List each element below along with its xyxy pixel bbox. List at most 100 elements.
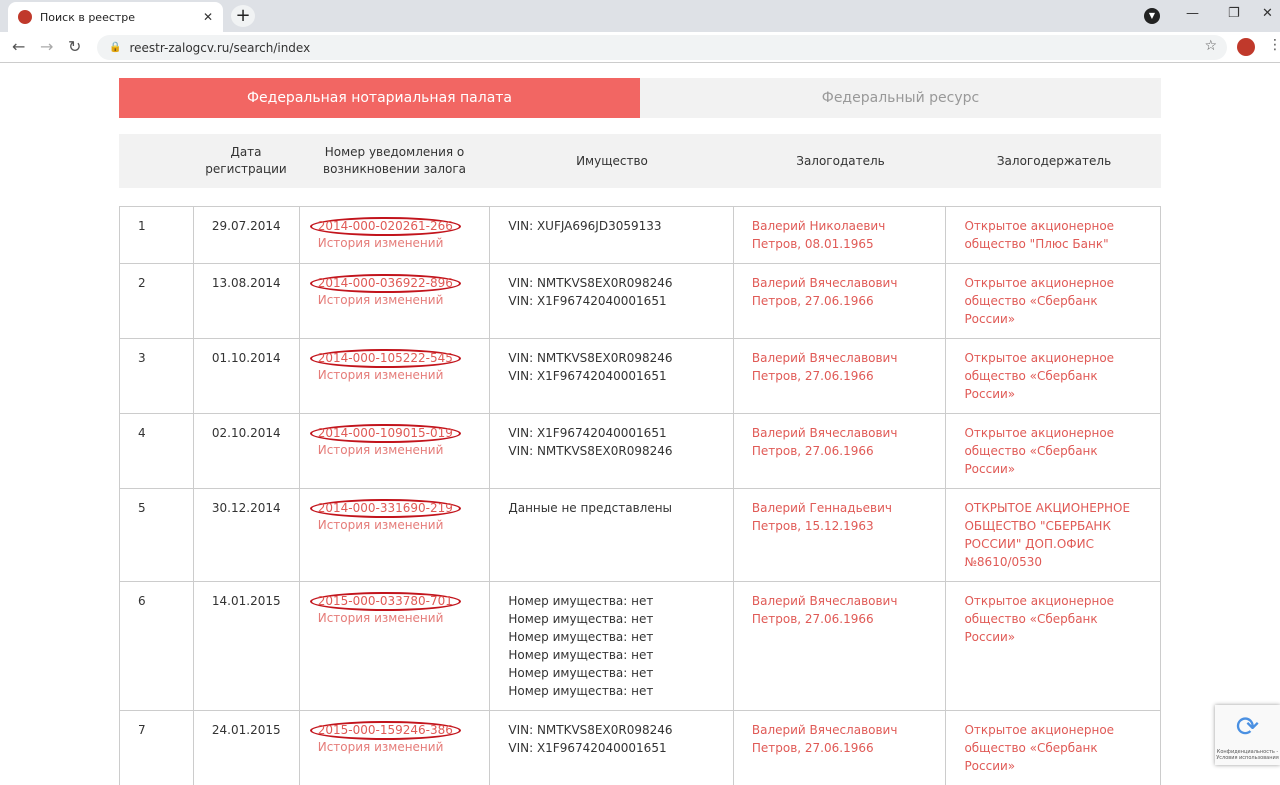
menu-icon[interactable]: ⋮ bbox=[1268, 37, 1280, 53]
forward-icon[interactable]: → bbox=[40, 37, 53, 56]
history-link[interactable]: История изменений bbox=[318, 366, 472, 384]
source-switch: Федеральная нотариальная палата Федераль… bbox=[119, 78, 1161, 118]
pledgor-link[interactable]: Валерий Вячеславович Петров, 27.06.1966 bbox=[734, 264, 947, 338]
row-index: 2 bbox=[120, 264, 194, 338]
history-link[interactable]: История изменений bbox=[318, 516, 472, 534]
row-date: 14.01.2015 bbox=[194, 582, 300, 710]
row-number-cell: 2015-000-159246-386 История изменений bbox=[300, 711, 491, 785]
header-index bbox=[119, 134, 193, 188]
browser-toolbar: ← → ↻ 🔒 reestr-zalogcv.ru/search/index ☆… bbox=[0, 32, 1280, 63]
row-date: 01.10.2014 bbox=[194, 339, 300, 413]
recaptcha-icon: ⟳ bbox=[1235, 710, 1260, 743]
table-header: Дата регистрации Номер уведомления о воз… bbox=[119, 134, 1161, 188]
property-line: VIN: X1F96742040001651 bbox=[508, 369, 667, 383]
row-index: 5 bbox=[120, 489, 194, 581]
row-index: 7 bbox=[120, 711, 194, 785]
profile-icon[interactable]: ▼ bbox=[1144, 8, 1160, 24]
header-pledgee: Залогодержатель bbox=[996, 153, 1112, 168]
address-bar[interactable]: 🔒 reestr-zalogcv.ru/search/index ☆ bbox=[97, 35, 1227, 60]
maximize-icon[interactable]: ❐ bbox=[1228, 6, 1240, 21]
property-line: Данные не представлены bbox=[508, 501, 673, 515]
pledgor-link[interactable]: Валерий Вячеславович Петров, 27.06.1966 bbox=[734, 339, 947, 413]
row-number-cell: 2014-000-331690-219 История изменений bbox=[300, 489, 491, 581]
row-number-cell: 2015-000-033780-701 История изменений bbox=[300, 582, 491, 710]
reload-icon[interactable]: ↻ bbox=[68, 37, 81, 56]
property-line: VIN: NMTKVS8EX0R098246 bbox=[508, 351, 673, 365]
table-row: 1 29.07.2014 2014-000-020261-266 История … bbox=[120, 206, 1160, 263]
extension-icon[interactable] bbox=[1237, 38, 1255, 56]
history-link[interactable]: История изменений bbox=[318, 234, 472, 252]
browser-tabbar: Поиск в реестре ✕ + ▼ — ❐ ✕ bbox=[0, 0, 1280, 32]
pledgee-link[interactable]: ОТКРЫТОЕ АКЦИОНЕРНОЕ ОБЩЕСТВО "СБЕРБАНК … bbox=[946, 489, 1160, 581]
header-date: Дата регистрации bbox=[205, 145, 287, 176]
url-text: reestr-zalogcv.ru/search/index bbox=[129, 40, 311, 55]
row-number-cell: 2014-000-020261-266 История изменений bbox=[300, 207, 491, 263]
pledgee-link[interactable]: Открытое акционерное общество «Сбербанк … bbox=[946, 339, 1160, 413]
row-index: 3 bbox=[120, 339, 194, 413]
pledgee-link[interactable]: Открытое акционерное общество «Сбербанк … bbox=[946, 711, 1160, 785]
property-line: VIN: X1F96742040001651 bbox=[508, 294, 667, 308]
table-row: 3 01.10.2014 2014-000-105222-545 История … bbox=[120, 338, 1160, 413]
recaptcha-text: Конфиденциальность - Условия использован… bbox=[1216, 749, 1279, 761]
header-number: Номер уведомления о возникновении залога bbox=[323, 145, 466, 176]
property-line: Номер имущества: нет bbox=[508, 666, 654, 680]
pledgor-link[interactable]: Валерий Вячеславович Петров, 27.06.1966 bbox=[734, 582, 947, 710]
property-line: VIN: X1F96742040001651 bbox=[508, 741, 667, 755]
recaptcha-badge[interactable]: ⟳ Конфиденциальность - Условия использов… bbox=[1215, 705, 1280, 765]
property-line: VIN: X1F96742040001651 bbox=[508, 426, 667, 440]
results-table: 1 29.07.2014 2014-000-020261-266 История … bbox=[119, 206, 1161, 785]
close-tab-icon[interactable]: ✕ bbox=[203, 10, 213, 24]
row-number-cell: 2014-000-036922-896 История изменений bbox=[300, 264, 491, 338]
history-link[interactable]: История изменений bbox=[318, 441, 472, 459]
favicon-icon bbox=[18, 10, 32, 24]
property-line: Номер имущества: нет bbox=[508, 612, 654, 626]
pledgor-link[interactable]: Валерий Николаевич Петров, 08.01.1965 bbox=[734, 207, 947, 263]
row-index: 1 bbox=[120, 207, 194, 263]
table-row: 4 02.10.2014 2014-000-109015-019 История … bbox=[120, 413, 1160, 488]
close-window-icon[interactable]: ✕ bbox=[1262, 6, 1273, 21]
history-link[interactable]: История изменений bbox=[318, 291, 472, 309]
pledgor-link[interactable]: Валерий Вячеславович Петров, 27.06.1966 bbox=[734, 414, 947, 488]
browser-tab[interactable]: Поиск в реестре ✕ bbox=[8, 2, 223, 32]
row-date: 29.07.2014 bbox=[194, 207, 300, 263]
tab-notary-chamber[interactable]: Федеральная нотариальная палата bbox=[119, 78, 640, 118]
table-row: 7 24.01.2015 2015-000-159246-386 История … bbox=[120, 710, 1160, 785]
table-row: 6 14.01.2015 2015-000-033780-701 История … bbox=[120, 581, 1160, 710]
row-number-cell: 2014-000-109015-019 История изменений bbox=[300, 414, 491, 488]
pledgee-link[interactable]: Открытое акционерное общество "Плюс Банк… bbox=[946, 207, 1160, 263]
pledgee-link[interactable]: Открытое акционерное общество «Сбербанк … bbox=[946, 414, 1160, 488]
pledgor-link[interactable]: Валерий Вячеславович Петров, 27.06.1966 bbox=[734, 711, 947, 785]
header-property: Имущество bbox=[576, 153, 648, 168]
tab-federal-resource[interactable]: Федеральный ресурс bbox=[640, 78, 1161, 118]
row-property: Данные не представлены bbox=[490, 489, 734, 581]
pledgee-link[interactable]: Открытое акционерное общество «Сбербанк … bbox=[946, 582, 1160, 710]
property-line: Номер имущества: нет bbox=[508, 684, 654, 698]
row-index: 6 bbox=[120, 582, 194, 710]
property-line: Номер имущества: нет bbox=[508, 648, 654, 662]
row-date: 02.10.2014 bbox=[194, 414, 300, 488]
row-property: VIN: NMTKVS8EX0R098246 VIN: X1F9674204000… bbox=[490, 264, 734, 338]
row-number-cell: 2014-000-105222-545 История изменений bbox=[300, 339, 491, 413]
row-property: VIN: X1F96742040001651 VIN: NMTKVS8EX0R09… bbox=[490, 414, 734, 488]
tab-title: Поиск в реестре bbox=[40, 10, 136, 24]
history-link[interactable]: История изменений bbox=[318, 738, 472, 756]
history-link[interactable]: История изменений bbox=[318, 609, 472, 627]
lock-icon: 🔒 bbox=[109, 42, 122, 53]
row-date: 24.01.2015 bbox=[194, 711, 300, 785]
property-line: Номер имущества: нет bbox=[508, 594, 654, 608]
property-line: VIN: NMTKVS8EX0R098246 bbox=[508, 723, 673, 737]
property-line: Номер имущества: нет bbox=[508, 630, 654, 644]
row-property: VIN: XUFJA696JD3059133 bbox=[490, 207, 734, 263]
bookmark-star-icon[interactable]: ☆ bbox=[1204, 38, 1217, 54]
row-property: Номер имущества: нет Номер имущества: нет… bbox=[490, 582, 734, 710]
minimize-icon[interactable]: — bbox=[1186, 6, 1199, 21]
pledgee-link[interactable]: Открытое акционерное общество «Сбербанк … bbox=[946, 264, 1160, 338]
new-tab-button[interactable]: + bbox=[231, 5, 255, 27]
row-index: 4 bbox=[120, 414, 194, 488]
table-row: 5 30.12.2014 2014-000-331690-219 История … bbox=[120, 488, 1160, 581]
property-line: VIN: NMTKVS8EX0R098246 bbox=[508, 276, 673, 290]
property-line: VIN: NMTKVS8EX0R098246 bbox=[508, 444, 673, 458]
pledgor-link[interactable]: Валерий Геннадьевич Петров, 15.12.1963 bbox=[734, 489, 947, 581]
header-pledgor: Залогодатель bbox=[796, 153, 885, 168]
back-icon[interactable]: ← bbox=[12, 37, 25, 56]
